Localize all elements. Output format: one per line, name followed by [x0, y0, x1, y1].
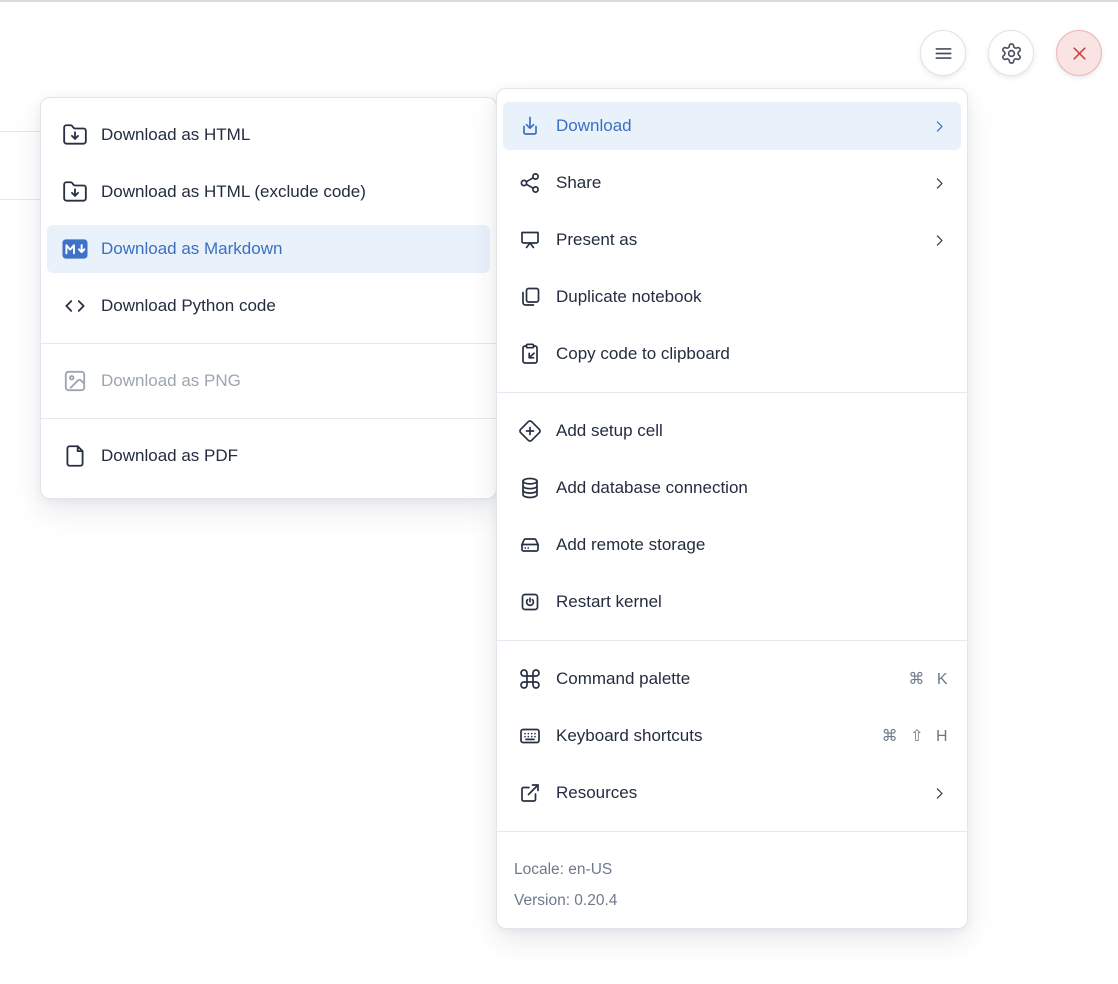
menu-item-label: Add remote storage — [556, 535, 948, 555]
hamburger-icon — [932, 42, 955, 65]
menu-item-share[interactable]: Share — [503, 159, 961, 207]
close-app-button[interactable] — [1056, 30, 1102, 76]
file-icon — [62, 443, 88, 469]
chevron-right-icon — [931, 785, 948, 802]
code-icon — [62, 293, 88, 319]
menu-item-label: Download as Markdown — [101, 239, 477, 259]
menu-item-label: Copy code to clipboard — [556, 344, 948, 364]
gear-icon — [1000, 42, 1023, 65]
download-submenu: Download as HTML Download as HTML (exclud… — [40, 97, 497, 499]
menu-item-download-html[interactable]: Download as HTML — [47, 111, 490, 159]
menu-item-label: Add database connection — [556, 478, 948, 498]
menu-item-download[interactable]: Download — [503, 102, 961, 150]
close-icon — [1068, 42, 1091, 65]
notebook-actions-menu: Download Share Present as Duplicate noteboo… — [496, 88, 968, 929]
menu-item-label: Present as — [556, 230, 931, 250]
menu-divider — [41, 418, 496, 419]
shortcut-hint: ⌘ ⇧ H — [882, 726, 948, 746]
menu-item-label: Restart kernel — [556, 592, 948, 612]
menu-item-label: Command palette — [556, 669, 908, 689]
window-top-border — [0, 0, 1118, 2]
menu-footer: Locale: en-US Version: 0.20.4 — [497, 846, 967, 928]
menu-item-download-pdf[interactable]: Download as PDF — [47, 432, 490, 480]
menu-item-label: Resources — [556, 783, 931, 803]
menu-item-label: Add setup cell — [556, 421, 948, 441]
folder-down-icon — [62, 122, 88, 148]
keyboard-icon — [518, 724, 542, 748]
menu-item-label: Download as HTML — [101, 125, 477, 145]
markdown-icon — [62, 236, 88, 262]
menu-item-resources[interactable]: Resources — [503, 769, 961, 817]
menu-item-add-database-connection[interactable]: Add database connection — [503, 464, 961, 512]
menu-divider — [497, 640, 967, 641]
menu-item-label: Download as PNG — [101, 371, 477, 391]
shortcut-hint: ⌘ K — [908, 669, 948, 689]
menu-item-label: Download Python code — [101, 296, 477, 316]
chevron-right-icon — [931, 118, 948, 135]
menu-item-add-remote-storage[interactable]: Add remote storage — [503, 521, 961, 569]
menu-item-download-png: Download as PNG — [47, 357, 490, 405]
menu-item-label: Duplicate notebook — [556, 287, 948, 307]
menu-item-command-palette[interactable]: Command palette⌘ K — [503, 655, 961, 703]
background-cell-line — [0, 131, 41, 132]
command-icon — [518, 667, 542, 691]
menu-item-add-setup-cell[interactable]: Add setup cell — [503, 407, 961, 455]
locale-text: Locale: en-US — [514, 854, 950, 885]
menu-divider — [497, 392, 967, 393]
menu-item-restart-kernel[interactable]: Restart kernel — [503, 578, 961, 626]
menu-item-keyboard-shortcuts[interactable]: Keyboard shortcuts⌘ ⇧ H — [503, 712, 961, 760]
database-icon — [518, 476, 542, 500]
menu-item-copy-code[interactable]: Copy code to clipboard — [503, 330, 961, 378]
download-icon — [518, 114, 542, 138]
presentation-icon — [518, 228, 542, 252]
menu-item-label: Download — [556, 116, 931, 136]
background-cell-line — [0, 199, 41, 200]
menu-item-label: Share — [556, 173, 931, 193]
notebook-menu-button[interactable] — [920, 30, 966, 76]
menu-divider — [41, 343, 496, 344]
menu-item-present-as[interactable]: Present as — [503, 216, 961, 264]
chevron-right-icon — [931, 232, 948, 249]
version-text: Version: 0.20.4 — [514, 885, 950, 916]
share-icon — [518, 171, 542, 195]
menu-divider — [497, 831, 967, 832]
menu-item-download-html-exclude-code[interactable]: Download as HTML (exclude code) — [47, 168, 490, 216]
settings-button[interactable] — [988, 30, 1034, 76]
copy-icon — [518, 285, 542, 309]
menu-item-duplicate-notebook[interactable]: Duplicate notebook — [503, 273, 961, 321]
clipboard-copy-icon — [518, 342, 542, 366]
menu-item-download-markdown[interactable]: Download as Markdown — [47, 225, 490, 273]
diamond-plus-icon — [518, 419, 542, 443]
menu-item-label: Download as HTML (exclude code) — [101, 182, 477, 202]
folder-down-icon — [62, 179, 88, 205]
hard-drive-icon — [518, 533, 542, 557]
external-link-icon — [518, 781, 542, 805]
image-icon — [62, 368, 88, 394]
menu-item-download-python-code[interactable]: Download Python code — [47, 282, 490, 330]
menu-item-label: Download as PDF — [101, 446, 477, 466]
menu-item-label: Keyboard shortcuts — [556, 726, 882, 746]
square-power-icon — [518, 590, 542, 614]
floating-toolbar — [920, 30, 1102, 76]
chevron-right-icon — [931, 175, 948, 192]
